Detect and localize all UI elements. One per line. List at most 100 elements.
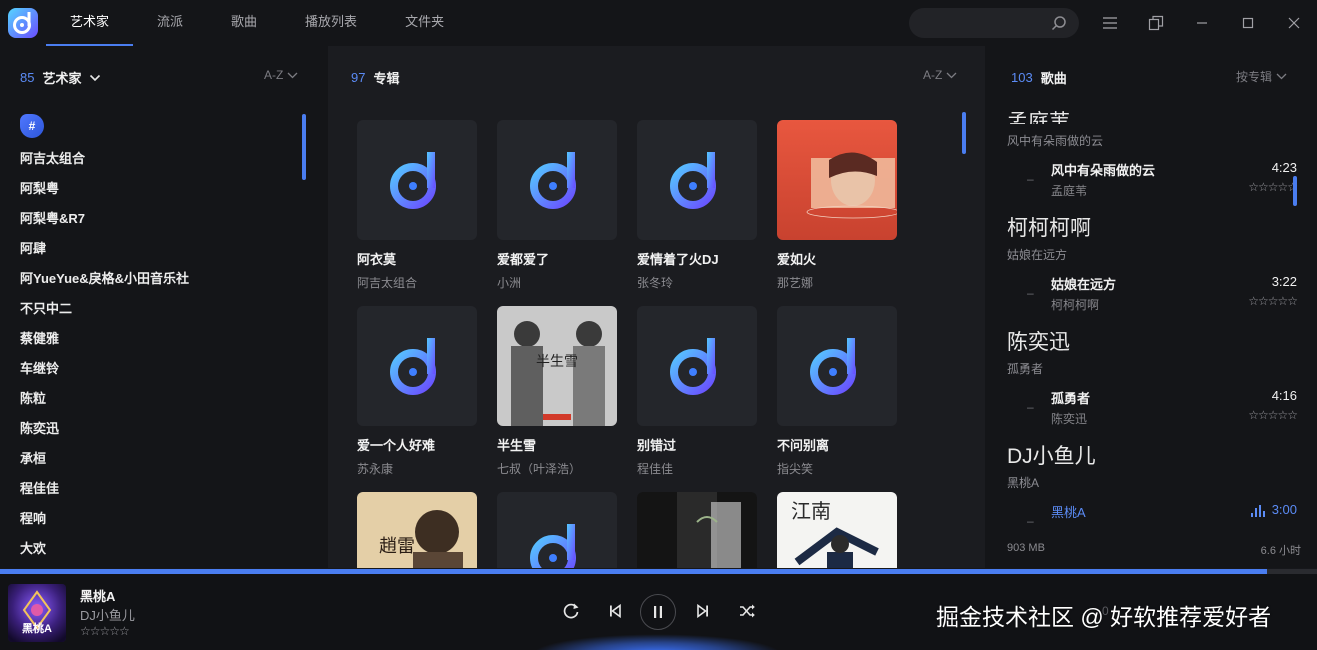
album-title: 阿衣莫 bbox=[357, 252, 397, 267]
album-card[interactable]: 江南 bbox=[777, 492, 897, 568]
minimize-icon[interactable] bbox=[1190, 11, 1214, 35]
tab-folders[interactable]: 文件夹 bbox=[381, 0, 468, 46]
visualizer-glow bbox=[532, 634, 782, 650]
menu-icon[interactable] bbox=[1098, 11, 1122, 35]
search-icon[interactable] bbox=[1051, 15, 1067, 31]
now-playing-title[interactable]: 黑桃A bbox=[80, 586, 115, 605]
album-cover-image[interactable]: 半生雪 bbox=[497, 306, 617, 426]
artist-item[interactable]: 陈粒 bbox=[20, 384, 300, 414]
album-placeholder-icon[interactable] bbox=[637, 120, 757, 240]
artists-label: 艺术家 bbox=[42, 71, 82, 86]
song-group-album: 黑桃A bbox=[1007, 476, 1040, 490]
song-row[interactable]: – 孤勇者 陈奕迅 4:16 ☆☆☆☆☆ bbox=[1007, 388, 1301, 428]
tab-songs[interactable]: 歌曲 bbox=[207, 0, 281, 46]
album-card[interactable]: 阿衣莫 阿吉太组合 bbox=[357, 120, 477, 291]
rating-stars[interactable]: ☆☆☆☆☆ bbox=[1248, 180, 1298, 194]
album-artist: 七叔（叶泽浩） bbox=[497, 462, 582, 476]
app-logo-icon[interactable] bbox=[0, 0, 46, 46]
album-placeholder-icon[interactable] bbox=[637, 306, 757, 426]
artists-sort[interactable]: A-Z bbox=[264, 68, 298, 82]
svg-text:趙雷: 趙雷 bbox=[379, 536, 415, 557]
album-title: 不问别离 bbox=[777, 438, 830, 453]
tab-artists[interactable]: 艺术家 bbox=[46, 0, 134, 46]
song-title: 姑娘在远方 bbox=[1051, 277, 1117, 292]
album-placeholder-icon[interactable] bbox=[497, 120, 617, 240]
artist-item[interactable]: 阿梨粤 bbox=[20, 174, 300, 204]
song-row[interactable]: – 姑娘在远方 柯柯柯啊 3:22 ☆☆☆☆☆ bbox=[1007, 274, 1301, 314]
close-icon[interactable] bbox=[1282, 11, 1306, 35]
artist-item[interactable]: 阿肆 bbox=[20, 234, 300, 264]
artist-item[interactable]: 程佳佳 bbox=[20, 474, 300, 504]
artist-list: # 阿吉太组合 阿梨粤 阿梨粤&R7 阿肆 阿YueYue&戾格&小田音乐社 不… bbox=[20, 114, 300, 564]
albums-scrollbar[interactable] bbox=[962, 112, 966, 154]
album-card[interactable]: 爱都爱了 小洲 bbox=[497, 120, 617, 291]
album-title: 爱如火 bbox=[777, 252, 817, 267]
album-placeholder-icon[interactable] bbox=[357, 120, 477, 240]
song-row[interactable]: – 风中有朵雨做的云 孟庭苇 4:23 ☆☆☆☆☆ bbox=[1007, 160, 1301, 200]
maximize-icon[interactable] bbox=[1236, 11, 1260, 35]
watermark-text: 掘金技术社区 @ 好软推荐爱好者 bbox=[936, 604, 1272, 630]
svg-text:半生雪: 半生雪 bbox=[536, 354, 578, 370]
album-card[interactable]: 不问别离 指尖笑 bbox=[777, 306, 897, 477]
artists-header[interactable]: 85 艺术家 bbox=[20, 68, 101, 87]
next-icon[interactable] bbox=[690, 598, 716, 624]
tab-playlists[interactable]: 播放列表 bbox=[281, 0, 381, 46]
artist-item[interactable]: 蔡健雅 bbox=[20, 324, 300, 354]
now-playing-artist[interactable]: DJ小鱼儿 bbox=[80, 605, 135, 624]
albums-sort[interactable]: A-Z bbox=[923, 68, 957, 82]
previous-icon[interactable] bbox=[602, 598, 628, 624]
chevron-down-icon bbox=[946, 72, 957, 78]
songs-scrollbar[interactable] bbox=[1293, 176, 1297, 206]
album-title: 爱都爱了 bbox=[497, 252, 550, 267]
songs-panel: 103 歌曲 按专辑 孟庭苇 风中有朵雨做的云 – 风中有朵雨做的云 孟庭苇 4… bbox=[985, 46, 1317, 568]
album-artist: 指尖笑 bbox=[777, 462, 814, 476]
albums-label: 专辑 bbox=[373, 71, 400, 86]
album-cover-image[interactable]: 江南 bbox=[777, 492, 897, 568]
album-card[interactable]: 爱一个人好难 苏永康 bbox=[357, 306, 477, 477]
album-title: 爱一个人好难 bbox=[357, 438, 436, 453]
artist-item[interactable]: 不只中二 bbox=[20, 294, 300, 324]
album-placeholder-icon[interactable] bbox=[497, 492, 617, 568]
artist-item[interactable]: 陈奕迅 bbox=[20, 414, 300, 444]
now-playing-rating[interactable]: ☆☆☆☆☆ bbox=[80, 624, 130, 638]
album-cover-image[interactable]: 趙雷 bbox=[357, 492, 477, 568]
artist-item[interactable]: 阿梨粤&R7 bbox=[20, 204, 300, 234]
search-input[interactable] bbox=[909, 8, 1079, 38]
artist-item[interactable]: 阿吉太组合 bbox=[20, 144, 300, 174]
album-card[interactable]: 半生雪 半生雪 七叔（叶泽浩） bbox=[497, 306, 617, 477]
album-cover-image[interactable] bbox=[777, 120, 897, 240]
tab-genres[interactable]: 流派 bbox=[133, 0, 207, 46]
shuffle-icon[interactable] bbox=[734, 598, 760, 624]
artist-item[interactable]: 承桓 bbox=[20, 444, 300, 474]
album-card[interactable] bbox=[497, 492, 617, 568]
artists-scrollbar[interactable] bbox=[302, 114, 306, 180]
album-card[interactable]: 爱如火 那艺娜 bbox=[777, 120, 897, 291]
album-placeholder-icon[interactable] bbox=[357, 306, 477, 426]
album-card[interactable]: 爱情着了火DJ 张冬玲 bbox=[637, 120, 757, 291]
song-artist: 孟庭苇 bbox=[1051, 184, 1088, 198]
now-playing-cover[interactable]: 黑桃A bbox=[8, 584, 66, 642]
album-card[interactable]: 趙雷 bbox=[357, 492, 477, 568]
album-cover-image[interactable] bbox=[637, 492, 757, 568]
miniplayer-icon[interactable] bbox=[1144, 11, 1168, 35]
player-bar: 黑桃A 黑桃A DJ小鱼儿 ☆☆☆☆☆ 0 掘金技术社区 @ 好软推荐爱好者 bbox=[0, 574, 1317, 650]
album-title: 半生雪 bbox=[497, 438, 537, 453]
pause-button[interactable] bbox=[640, 594, 676, 630]
rating-stars[interactable]: ☆☆☆☆☆ bbox=[1248, 408, 1298, 422]
album-card[interactable] bbox=[637, 492, 757, 568]
artist-item[interactable]: 程响 bbox=[20, 504, 300, 534]
album-artist: 那艺娜 bbox=[777, 276, 814, 290]
songs-sort[interactable]: 按专辑 bbox=[1236, 68, 1287, 85]
index-letter-badge[interactable]: # bbox=[20, 114, 44, 138]
rating-stars[interactable]: ☆☆☆☆☆ bbox=[1248, 294, 1298, 308]
artist-item[interactable]: 车继铃 bbox=[20, 354, 300, 384]
svg-text:江南: 江南 bbox=[791, 499, 831, 523]
repeat-icon[interactable] bbox=[558, 598, 584, 624]
artist-item[interactable]: 大欢 bbox=[20, 534, 300, 564]
music-app: 艺术家 流派 歌曲 播放列表 文件夹 85 艺术家 A-Z # 阿吉太组合 阿梨… bbox=[0, 0, 1317, 650]
album-card[interactable]: 别错过 程佳佳 bbox=[637, 306, 757, 477]
album-placeholder-icon[interactable] bbox=[777, 306, 897, 426]
chevron-down-icon bbox=[1276, 73, 1287, 80]
artist-item[interactable]: 阿YueYue&戾格&小田音乐社 bbox=[20, 264, 300, 294]
song-row-playing[interactable]: – 黑桃A 3:00 bbox=[1007, 502, 1301, 542]
